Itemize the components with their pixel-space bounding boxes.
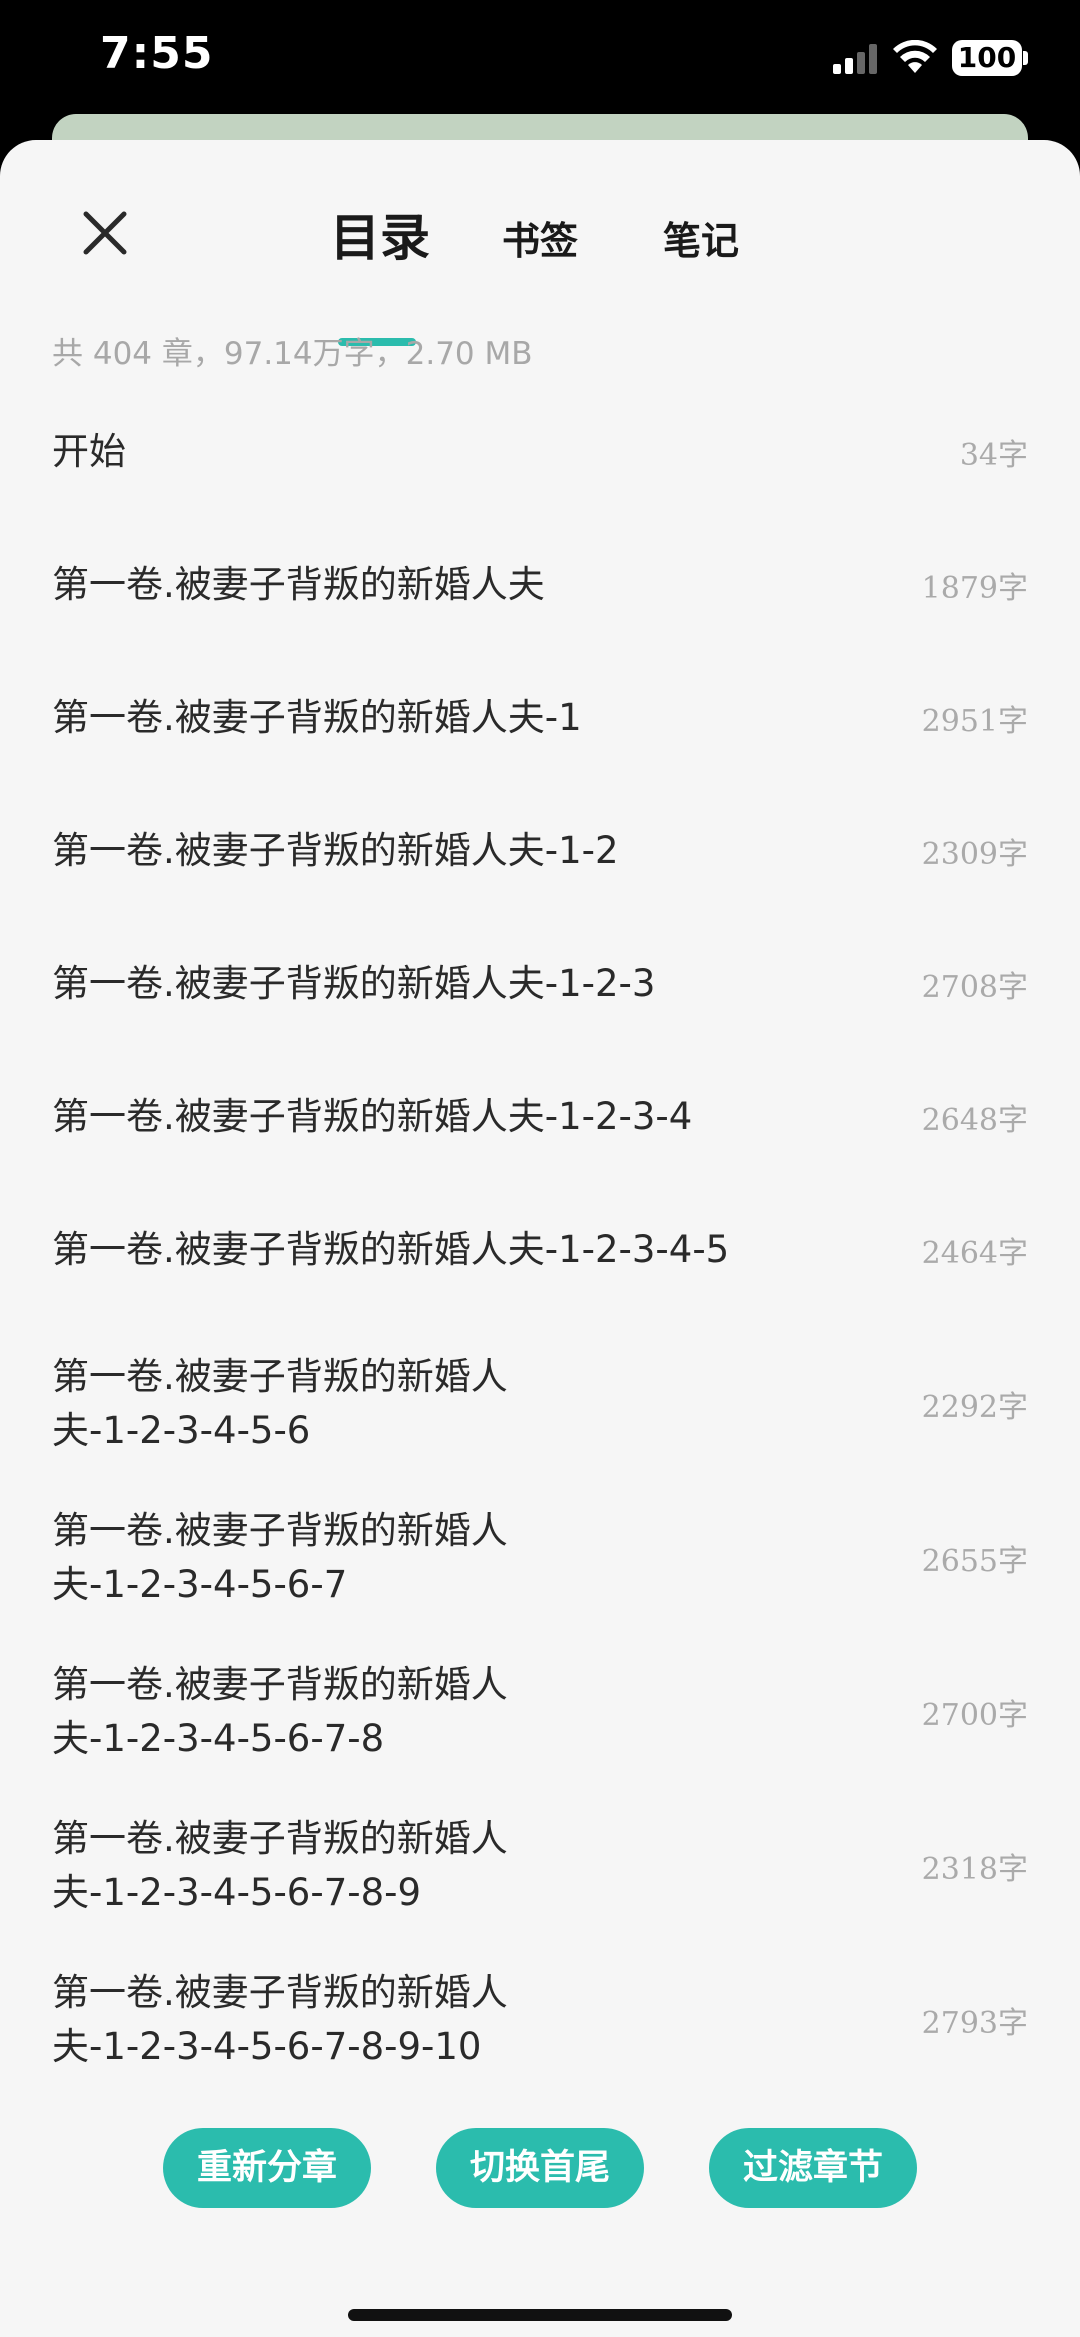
battery-icon: 100 (952, 40, 1022, 76)
home-indicator[interactable] (348, 2309, 732, 2321)
chapter-title: 第一卷.被妻子背叛的新婚人夫-1 (52, 696, 582, 739)
chapter-word-count: 2655字 (921, 1544, 1028, 1579)
book-summary: 共 404 章，97.14万字，2.70 MB (52, 336, 533, 372)
chapter-title: 第一卷.被妻子背叛的新婚人夫-1-2-3-4-5-6-7 (52, 1509, 508, 1606)
chapter-title: 第一卷.被妻子背叛的新婚人夫 (52, 563, 545, 606)
status-time: 7:55 (100, 28, 214, 79)
wifi-icon (893, 40, 937, 73)
filter-chapters-button[interactable]: 过滤章节 (709, 2128, 917, 2208)
list-item[interactable]: 第一卷.被妻子背叛的新婚人夫-1-2-3-4 2648字 (52, 1077, 1028, 1157)
chapter-title: 开始 (52, 430, 126, 473)
chapter-title: 第一卷.被妻子背叛的新婚人夫-1-2 (52, 829, 619, 872)
chapter-word-count: 2951字 (921, 704, 1028, 739)
toggle-order-button[interactable]: 切换首尾 (436, 2128, 644, 2208)
chapter-word-count: 2700字 (921, 1698, 1028, 1733)
list-item[interactable]: 第一卷.被妻子背叛的新婚人夫-1-2 2309字 (52, 811, 1028, 891)
list-item[interactable]: 第一卷.被妻子背叛的新婚人夫-1-2-3-4-5-6 2292字 (52, 1350, 1028, 1458)
chapter-word-count: 1879字 (921, 571, 1028, 606)
battery-tip (1023, 51, 1028, 65)
toc-sheet: 目录 书签 笔记 共 404 章，97.14万字，2.70 MB 开始 34字 … (0, 140, 1080, 2337)
chapter-title: 第一卷.被妻子背叛的新婚人夫-1-2-3-4-5-6-7-8-9-10 (52, 1971, 508, 2068)
chapter-word-count: 2648字 (921, 1103, 1028, 1138)
tab-bar: 目录 书签 笔记 (0, 198, 1080, 346)
list-item[interactable]: 第一卷.被妻子背叛的新婚人夫 1879字 (52, 545, 1028, 625)
status-bar: 7:55 100 (0, 0, 1080, 120)
chapter-title: 第一卷.被妻子背叛的新婚人夫-1-2-3-4-5 (52, 1228, 730, 1271)
chapter-title: 第一卷.被妻子背叛的新婚人夫-1-2-3 (52, 962, 656, 1005)
chapter-word-count: 2318字 (921, 1852, 1028, 1887)
list-item[interactable]: 第一卷.被妻子背叛的新婚人夫-1 2951字 (52, 678, 1028, 758)
chapter-word-count: 34字 (959, 438, 1028, 473)
list-item[interactable]: 第一卷.被妻子背叛的新婚人夫-1-2-3-4-5-6-7-8-9-10 2793… (52, 1966, 1028, 2074)
tab-notes[interactable]: 笔记 (663, 210, 739, 265)
action-bar: 重新分章 切换首尾 过滤章节 (0, 2128, 1080, 2208)
chapter-word-count: 2464字 (921, 1236, 1028, 1271)
list-item[interactable]: 第一卷.被妻子背叛的新婚人夫-1-2-3 2708字 (52, 944, 1028, 1024)
list-item[interactable]: 第一卷.被妻子背叛的新婚人夫-1-2-3-4-5-6-7-8 2700字 (52, 1658, 1028, 1766)
chapter-word-count: 2309字 (921, 837, 1028, 872)
list-item[interactable]: 第一卷.被妻子背叛的新婚人夫-1-2-3-4-5-6-7 2655字 (52, 1504, 1028, 1612)
chapter-word-count: 2793字 (921, 2006, 1028, 2041)
list-item[interactable]: 第一卷.被妻子背叛的新婚人夫-1-2-3-4-5-6-7-8-9 2318字 (52, 1812, 1028, 1920)
chapter-word-count: 2708字 (921, 970, 1028, 1005)
chapter-title: 第一卷.被妻子背叛的新婚人夫-1-2-3-4 (52, 1095, 693, 1138)
signal-icon (833, 44, 879, 74)
chapter-word-count: 2292字 (921, 1390, 1028, 1425)
list-item[interactable]: 第一卷.被妻子背叛的新婚人夫-1-2-3-4-5 2464字 (52, 1210, 1028, 1290)
chapter-title: 第一卷.被妻子背叛的新婚人夫-1-2-3-4-5-6-7-8-9 (52, 1817, 508, 1914)
tab-toc[interactable]: 目录 (330, 198, 430, 270)
list-item[interactable]: 开始 34字 (52, 412, 1028, 492)
chapter-title: 第一卷.被妻子背叛的新婚人夫-1-2-3-4-5-6 (52, 1355, 508, 1452)
resplit-chapters-button[interactable]: 重新分章 (163, 2128, 371, 2208)
tab-bookmarks[interactable]: 书签 (502, 210, 578, 265)
chapter-title: 第一卷.被妻子背叛的新婚人夫-1-2-3-4-5-6-7-8 (52, 1663, 508, 1760)
